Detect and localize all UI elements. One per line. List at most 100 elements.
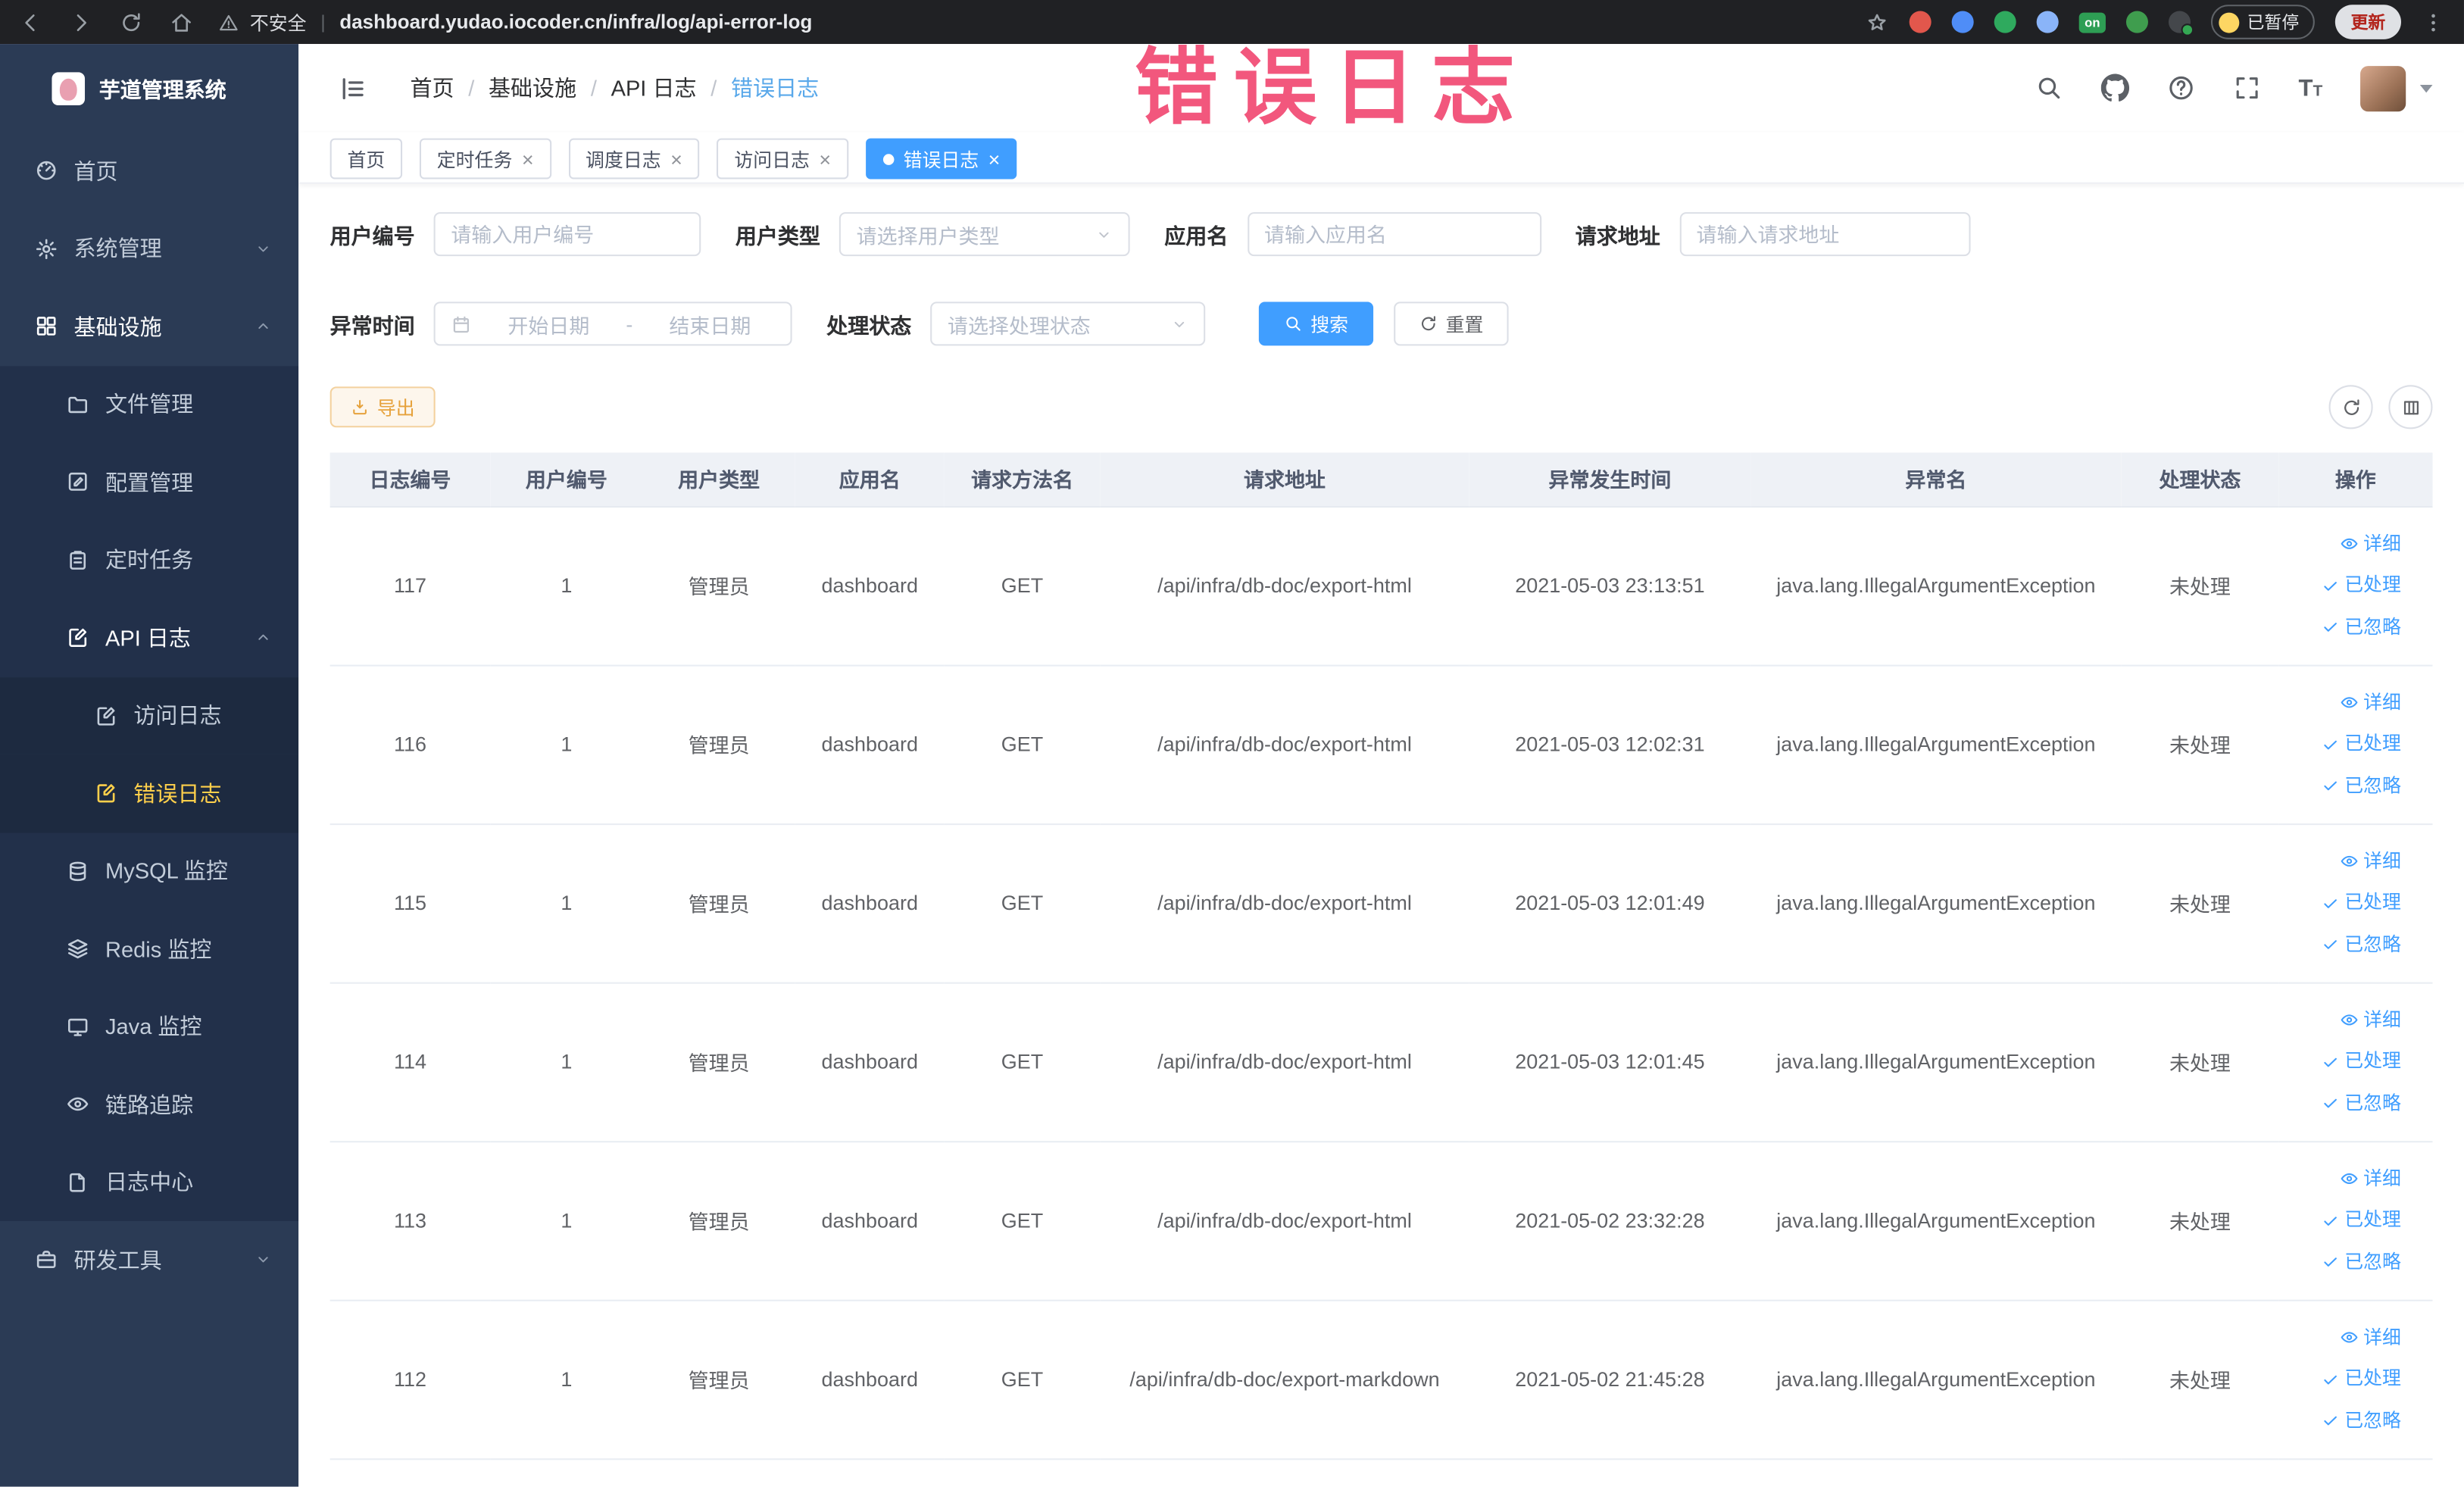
action-ignored[interactable]: 已忽略: [2321, 925, 2401, 964]
request-url-input[interactable]: [1679, 212, 1970, 257]
sidebar-item-0[interactable]: 首页: [0, 132, 298, 210]
tab-4[interactable]: 错误日志 ×: [865, 138, 1018, 180]
error-log-table: 日志编号 用户编号 用户类型 应用名 请求方法名 请求地址 异常发生时间 异常名 处理状态 操作 …: [329, 452, 2433, 1460]
action-ignored[interactable]: 已忽略: [2321, 766, 2401, 805]
date-range-picker[interactable]: 开始日期 - 结束日期: [433, 301, 792, 346]
help-icon[interactable]: [2166, 74, 2194, 102]
user-id-input[interactable]: [433, 212, 701, 257]
app-name-input[interactable]: [1247, 212, 1541, 257]
kebab-menu-icon[interactable]: [2422, 10, 2445, 33]
cell-app_name: dashboard: [795, 823, 945, 983]
sidebar-item-13[interactable]: 日志中心: [0, 1143, 299, 1221]
column-settings-button[interactable]: [2388, 385, 2433, 430]
action-detail[interactable]: 详细: [2340, 1159, 2401, 1198]
action-detail[interactable]: 详细: [2340, 842, 2401, 881]
action-ignored[interactable]: 已忽略: [2321, 1401, 2401, 1441]
extension-on-badge[interactable]: on: [2078, 11, 2106, 33]
fullscreen-icon[interactable]: [2232, 74, 2260, 102]
sidebar-item-4[interactable]: 配置管理: [0, 443, 299, 521]
cell-actions: 详细 已处理 已忽略: [2278, 1299, 2433, 1460]
end-date-placeholder: 结束日期: [669, 313, 751, 338]
close-icon[interactable]: ×: [988, 148, 1001, 169]
tab-1[interactable]: 定时任务 ×: [419, 138, 551, 180]
extension-icon-1[interactable]: [1909, 11, 1932, 33]
font-size-icon[interactable]: TT: [2299, 75, 2323, 102]
action-detail[interactable]: 详细: [2340, 683, 2401, 722]
cell-method: GET: [944, 1141, 1101, 1301]
extension-icon-3[interactable]: [1994, 11, 2016, 33]
breadcrumb-item[interactable]: 错误日志: [731, 72, 819, 103]
tab-3[interactable]: 访问日志 ×: [717, 138, 848, 180]
column-header: 异常名: [1750, 452, 2122, 508]
bookmark-star-icon[interactable]: [1866, 10, 1889, 33]
clipboard-icon: [66, 548, 89, 572]
profile-paused-chip[interactable]: 已暂停: [2210, 5, 2315, 39]
extension-icon-4[interactable]: [2036, 11, 2059, 33]
action-processed[interactable]: 已处理: [2321, 566, 2401, 605]
sidebar-item-11[interactable]: Java 监控: [0, 987, 299, 1066]
close-icon[interactable]: ×: [522, 148, 534, 169]
cell-exception: java.lang.IllegalArgumentException: [1750, 506, 2122, 666]
sidebar-toggle-icon[interactable]: [338, 73, 367, 102]
user-avatar[interactable]: [2360, 65, 2406, 111]
sidebar-item-3[interactable]: 文件管理: [0, 365, 299, 444]
sidebar-item-7[interactable]: 访问日志: [0, 676, 299, 754]
sidebar-item-14[interactable]: 研发工具: [0, 1221, 298, 1299]
reload-icon[interactable]: [120, 10, 143, 33]
action-label: 已忽略: [2344, 1091, 2401, 1114]
action-detail[interactable]: 详细: [2340, 1000, 2401, 1039]
sidebar-item-1[interactable]: 系统管理: [0, 210, 298, 288]
process-status-select[interactable]: 请选择处理状态: [930, 301, 1206, 346]
action-processed[interactable]: 已处理: [2321, 1360, 2401, 1399]
close-icon[interactable]: ×: [819, 148, 831, 169]
cell-time: 2021-05-03 12:01:45: [1469, 982, 1751, 1142]
search-icon[interactable]: [2035, 74, 2063, 102]
sidebar-item-10[interactable]: Redis 监控: [0, 910, 299, 988]
caret-down-icon[interactable]: [2419, 83, 2433, 92]
back-icon[interactable]: [19, 10, 42, 33]
address-url[interactable]: dashboard.yudao.iocoder.cn/infra/log/api…: [339, 11, 812, 33]
process-status-label: 处理状态: [826, 314, 912, 339]
action-ignored[interactable]: 已忽略: [2321, 608, 2401, 647]
refresh-button[interactable]: [2328, 385, 2373, 430]
extension-icon-5[interactable]: [2125, 11, 2148, 33]
action-processed[interactable]: 已处理: [2321, 1042, 2401, 1081]
breadcrumb-item[interactable]: 首页: [410, 72, 454, 103]
search-button[interactable]: 搜索: [1258, 301, 1374, 346]
extension-icon-2[interactable]: [1951, 11, 1974, 33]
address-bar[interactable]: 不安全 | dashboard.yudao.iocoder.cn/infra/l…: [218, 8, 1865, 35]
forward-icon[interactable]: [69, 10, 92, 33]
sidebar-item-2[interactable]: 基础设施: [0, 288, 298, 366]
action-processed[interactable]: 已处理: [2321, 1201, 2401, 1240]
update-button[interactable]: 更新: [2334, 5, 2401, 39]
sidebar-item-9[interactable]: MySQL 监控: [0, 832, 299, 911]
folder-icon: [66, 392, 89, 416]
action-ignored[interactable]: 已忽略: [2321, 1083, 2401, 1123]
sidebar-item-label: 链路追踪: [105, 1092, 194, 1117]
github-icon[interactable]: [2100, 73, 2129, 102]
sidebar-item-8[interactable]: 错误日志: [0, 754, 299, 833]
extension-paw-icon[interactable]: [2168, 11, 2194, 36]
sidebar-item-12[interactable]: 链路追踪: [0, 1065, 299, 1144]
cell-id: 112: [329, 1299, 491, 1460]
reset-button[interactable]: 重置: [1394, 301, 1509, 346]
cell-user_type: 管理员: [642, 1299, 795, 1460]
cell-user_id: 1: [490, 982, 643, 1142]
tab-2[interactable]: 调度日志 ×: [568, 138, 700, 180]
breadcrumb-item[interactable]: API 日志: [611, 72, 697, 103]
breadcrumb-item[interactable]: 基础设施: [489, 72, 576, 103]
cell-actions: 详细 已处理 已忽略: [2278, 823, 2433, 983]
action-processed[interactable]: 已处理: [2321, 724, 2401, 764]
action-detail[interactable]: 详细: [2340, 524, 2401, 564]
close-icon[interactable]: ×: [670, 148, 682, 169]
sidebar-item-6[interactable]: API 日志: [0, 598, 299, 677]
user-type-select[interactable]: 请选择用户类型: [839, 212, 1130, 257]
sidebar-item-5[interactable]: 定时任务: [0, 520, 299, 599]
action-ignored[interactable]: 已忽略: [2321, 1242, 2401, 1282]
action-processed[interactable]: 已处理: [2321, 883, 2401, 923]
home-icon[interactable]: [170, 10, 193, 33]
tab-0[interactable]: 首页: [329, 138, 403, 180]
export-button[interactable]: 导出: [329, 386, 436, 428]
action-detail[interactable]: 详细: [2340, 1318, 2401, 1357]
app-logo[interactable]: 芋道管理系统: [0, 44, 298, 132]
